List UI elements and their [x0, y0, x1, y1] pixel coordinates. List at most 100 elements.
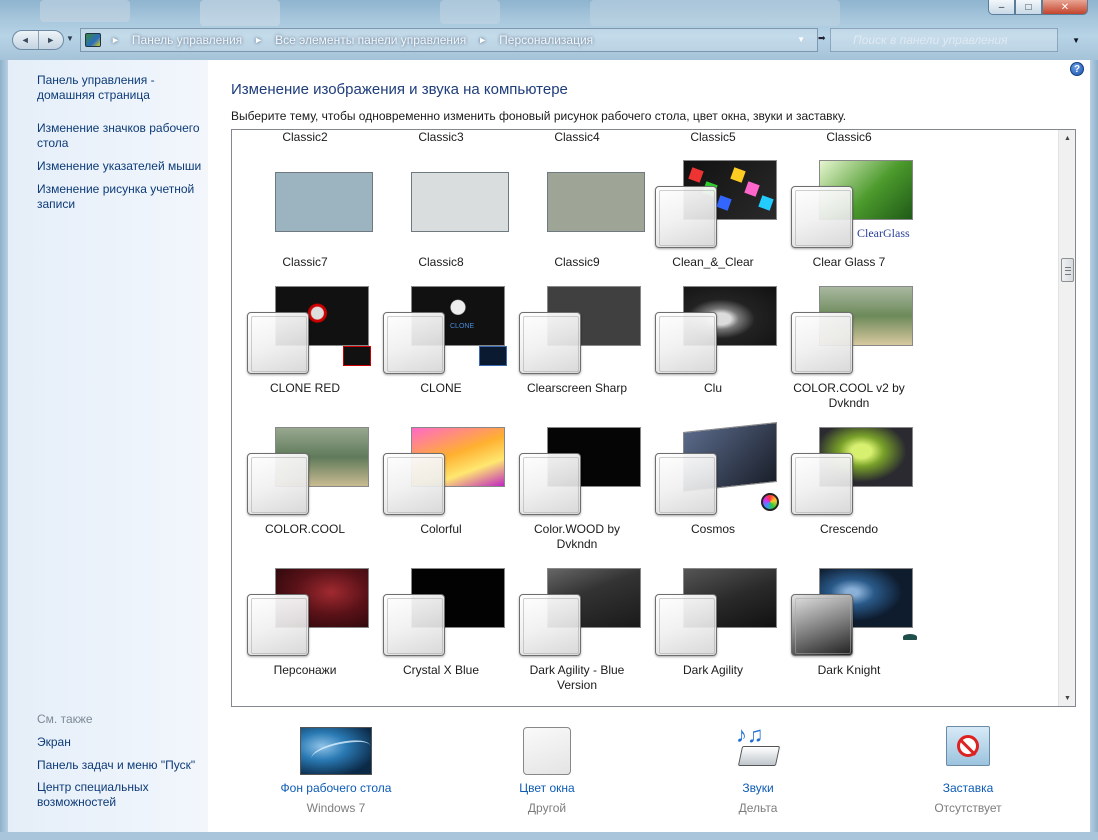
theme-tile[interactable]	[655, 278, 785, 378]
clone-badge	[479, 346, 507, 366]
scroll-down-icon[interactable]: ▼	[1059, 690, 1075, 706]
theme-color-swatch	[411, 172, 509, 232]
theme-name[interactable]: Clu	[648, 381, 778, 396]
address-bar[interactable]: ► Панель управления ► Все элементы панел…	[80, 28, 818, 52]
theme-tile[interactable]	[791, 419, 921, 519]
breadcrumb-personalization[interactable]: Персонализация	[499, 33, 593, 47]
theme-window-preview	[655, 453, 717, 515]
breadcrumb-separator-icon[interactable]: ►	[254, 35, 263, 45]
keyboard-shape	[737, 746, 781, 766]
theme-tile[interactable]	[519, 560, 649, 660]
theme-caption[interactable]: Classic6	[784, 130, 914, 145]
sounds-label: Звуки	[742, 781, 774, 795]
recent-pages-chevron-icon[interactable]: ▼	[66, 34, 74, 43]
refresh-icon[interactable]: ➡	[818, 33, 826, 44]
theme-name[interactable]: Classic8	[376, 255, 506, 270]
theme-caption[interactable]: Classic2	[240, 130, 370, 145]
theme-name[interactable]: Dark Knight	[784, 663, 914, 678]
forward-button[interactable]: ►	[39, 31, 64, 49]
theme-tile[interactable]	[791, 278, 921, 378]
theme-window-preview	[655, 594, 717, 656]
sidebar-link-mouse-pointers[interactable]: Изменение указателей мыши	[37, 159, 201, 174]
help-icon[interactable]: ?	[1070, 62, 1084, 76]
sidebar-link-account-picture[interactable]: Изменение рисунка учетной записи	[37, 182, 194, 212]
maximize-button[interactable]: □	[1015, 0, 1042, 15]
window-frame	[0, 832, 1098, 840]
theme-name[interactable]: COLOR.COOL	[240, 522, 370, 537]
theme-window-preview	[655, 312, 717, 374]
theme-name[interactable]: Clean_&_Clear	[648, 255, 778, 270]
theme-name[interactable]: CLONE RED	[240, 381, 370, 396]
theme-name[interactable]: Clearscreen Sharp	[512, 381, 642, 396]
theme-tile[interactable]	[519, 419, 649, 519]
sidebar-link-home[interactable]: Панель управления - домашняя страница	[37, 73, 155, 103]
desktop-background-button[interactable]: Фон рабочего стола Windows 7	[246, 724, 426, 824]
theme-name[interactable]: Crystal X Blue	[376, 663, 506, 678]
window-color-button[interactable]: Цвет окна Другой	[457, 724, 637, 824]
theme-tile[interactable]	[655, 560, 785, 660]
breadcrumb-control-panel[interactable]: Панель управления	[132, 33, 242, 47]
theme-name[interactable]: Colorful	[376, 522, 506, 537]
sidebar-link-accessibility[interactable]: Центр специальных возможностей	[37, 780, 149, 810]
screensaver-button[interactable]: Заставка Отсутствует	[878, 724, 1058, 824]
theme-tile[interactable]	[383, 152, 513, 252]
theme-name[interactable]: COLOR.COOL v2 by Dvkndn	[784, 381, 914, 411]
pattern-square	[744, 181, 760, 197]
theme-caption[interactable]: Classic4	[512, 130, 642, 145]
back-button[interactable]: ◄	[13, 31, 39, 49]
address-dropdown-icon[interactable]: ▼	[797, 35, 805, 44]
theme-name[interactable]: Dark Agility - Blue Version	[512, 663, 642, 693]
theme-tile[interactable]	[791, 560, 921, 660]
vertical-scrollbar[interactable]: ▲ ▼	[1058, 130, 1075, 706]
sidebar-link-display[interactable]: Экран	[37, 735, 71, 750]
theme-name[interactable]: Classic9	[512, 255, 642, 270]
theme-tile[interactable]	[247, 278, 377, 378]
theme-tile[interactable]	[655, 152, 785, 252]
scroll-up-icon[interactable]: ▲	[1059, 130, 1075, 146]
theme-name[interactable]: Clear Glass 7	[784, 255, 914, 270]
desktop-background-label: Фон рабочего стола	[280, 781, 392, 795]
theme-tile[interactable]	[247, 152, 377, 252]
theme-tile[interactable]	[655, 419, 785, 519]
sidebar: Панель управления - домашняя страница Из…	[8, 60, 208, 832]
theme-name[interactable]: Dark Agility	[648, 663, 778, 678]
nav-buttons: ◄ ►	[12, 30, 64, 50]
theme-window-preview	[247, 312, 309, 374]
theme-tile[interactable]	[247, 419, 377, 519]
theme-tile[interactable]	[383, 419, 513, 519]
sidebar-link-label: Центр специальных возможностей	[37, 780, 149, 809]
theme-tile[interactable]	[519, 152, 649, 252]
theme-name[interactable]: Cosmos	[648, 522, 778, 537]
wallpaper-thumbnail	[300, 727, 372, 775]
theme-tile[interactable]	[383, 560, 513, 660]
sidebar-link-taskbar[interactable]: Панель задач и меню "Пуск"	[37, 758, 195, 773]
theme-caption[interactable]: Classic5	[648, 130, 778, 145]
close-button[interactable]: ✕	[1042, 0, 1088, 15]
theme-tile[interactable]	[247, 560, 377, 660]
sidebar-link-desktop-icons[interactable]: Изменение значков рабочего стола	[37, 121, 200, 151]
theme-name[interactable]: Персонажи	[240, 663, 370, 678]
theme-tile[interactable]	[519, 278, 649, 378]
no-symbol-slash	[958, 738, 977, 756]
search-input[interactable]: Поиск в панели управления	[830, 28, 1058, 52]
sounds-button[interactable]: ♪♫ Звуки Дельта	[668, 724, 848, 824]
scroll-thumb[interactable]	[1061, 258, 1074, 282]
theme-tile[interactable]: ClearGlass	[791, 152, 921, 252]
orb-icon	[761, 493, 779, 511]
theme-name[interactable]: Color.WOOD by Dvkndn	[512, 522, 642, 552]
chevron-down-icon[interactable]: ▼	[1072, 36, 1080, 45]
theme-tile[interactable]: CLONE	[383, 278, 513, 378]
theme-caption[interactable]: Classic3	[376, 130, 506, 145]
no-symbol-icon	[957, 735, 979, 757]
minimize-button[interactable]: –	[988, 0, 1015, 15]
theme-gallery[interactable]: Classic2 Classic3 Classic4 Classic5 Classic6…	[231, 129, 1076, 707]
theme-window-preview	[519, 453, 581, 515]
sidebar-link-label: Панель управления - домашняя страница	[37, 73, 155, 102]
clone-badge	[343, 346, 371, 366]
theme-name[interactable]: CLONE	[376, 381, 506, 396]
breadcrumb-separator-icon[interactable]: ►	[478, 35, 487, 45]
theme-name[interactable]: Crescendo	[784, 522, 914, 537]
theme-name[interactable]: Classic7	[240, 255, 370, 270]
theme-window-preview	[791, 312, 853, 374]
breadcrumb-all-items[interactable]: Все элементы панели управления	[275, 33, 466, 47]
